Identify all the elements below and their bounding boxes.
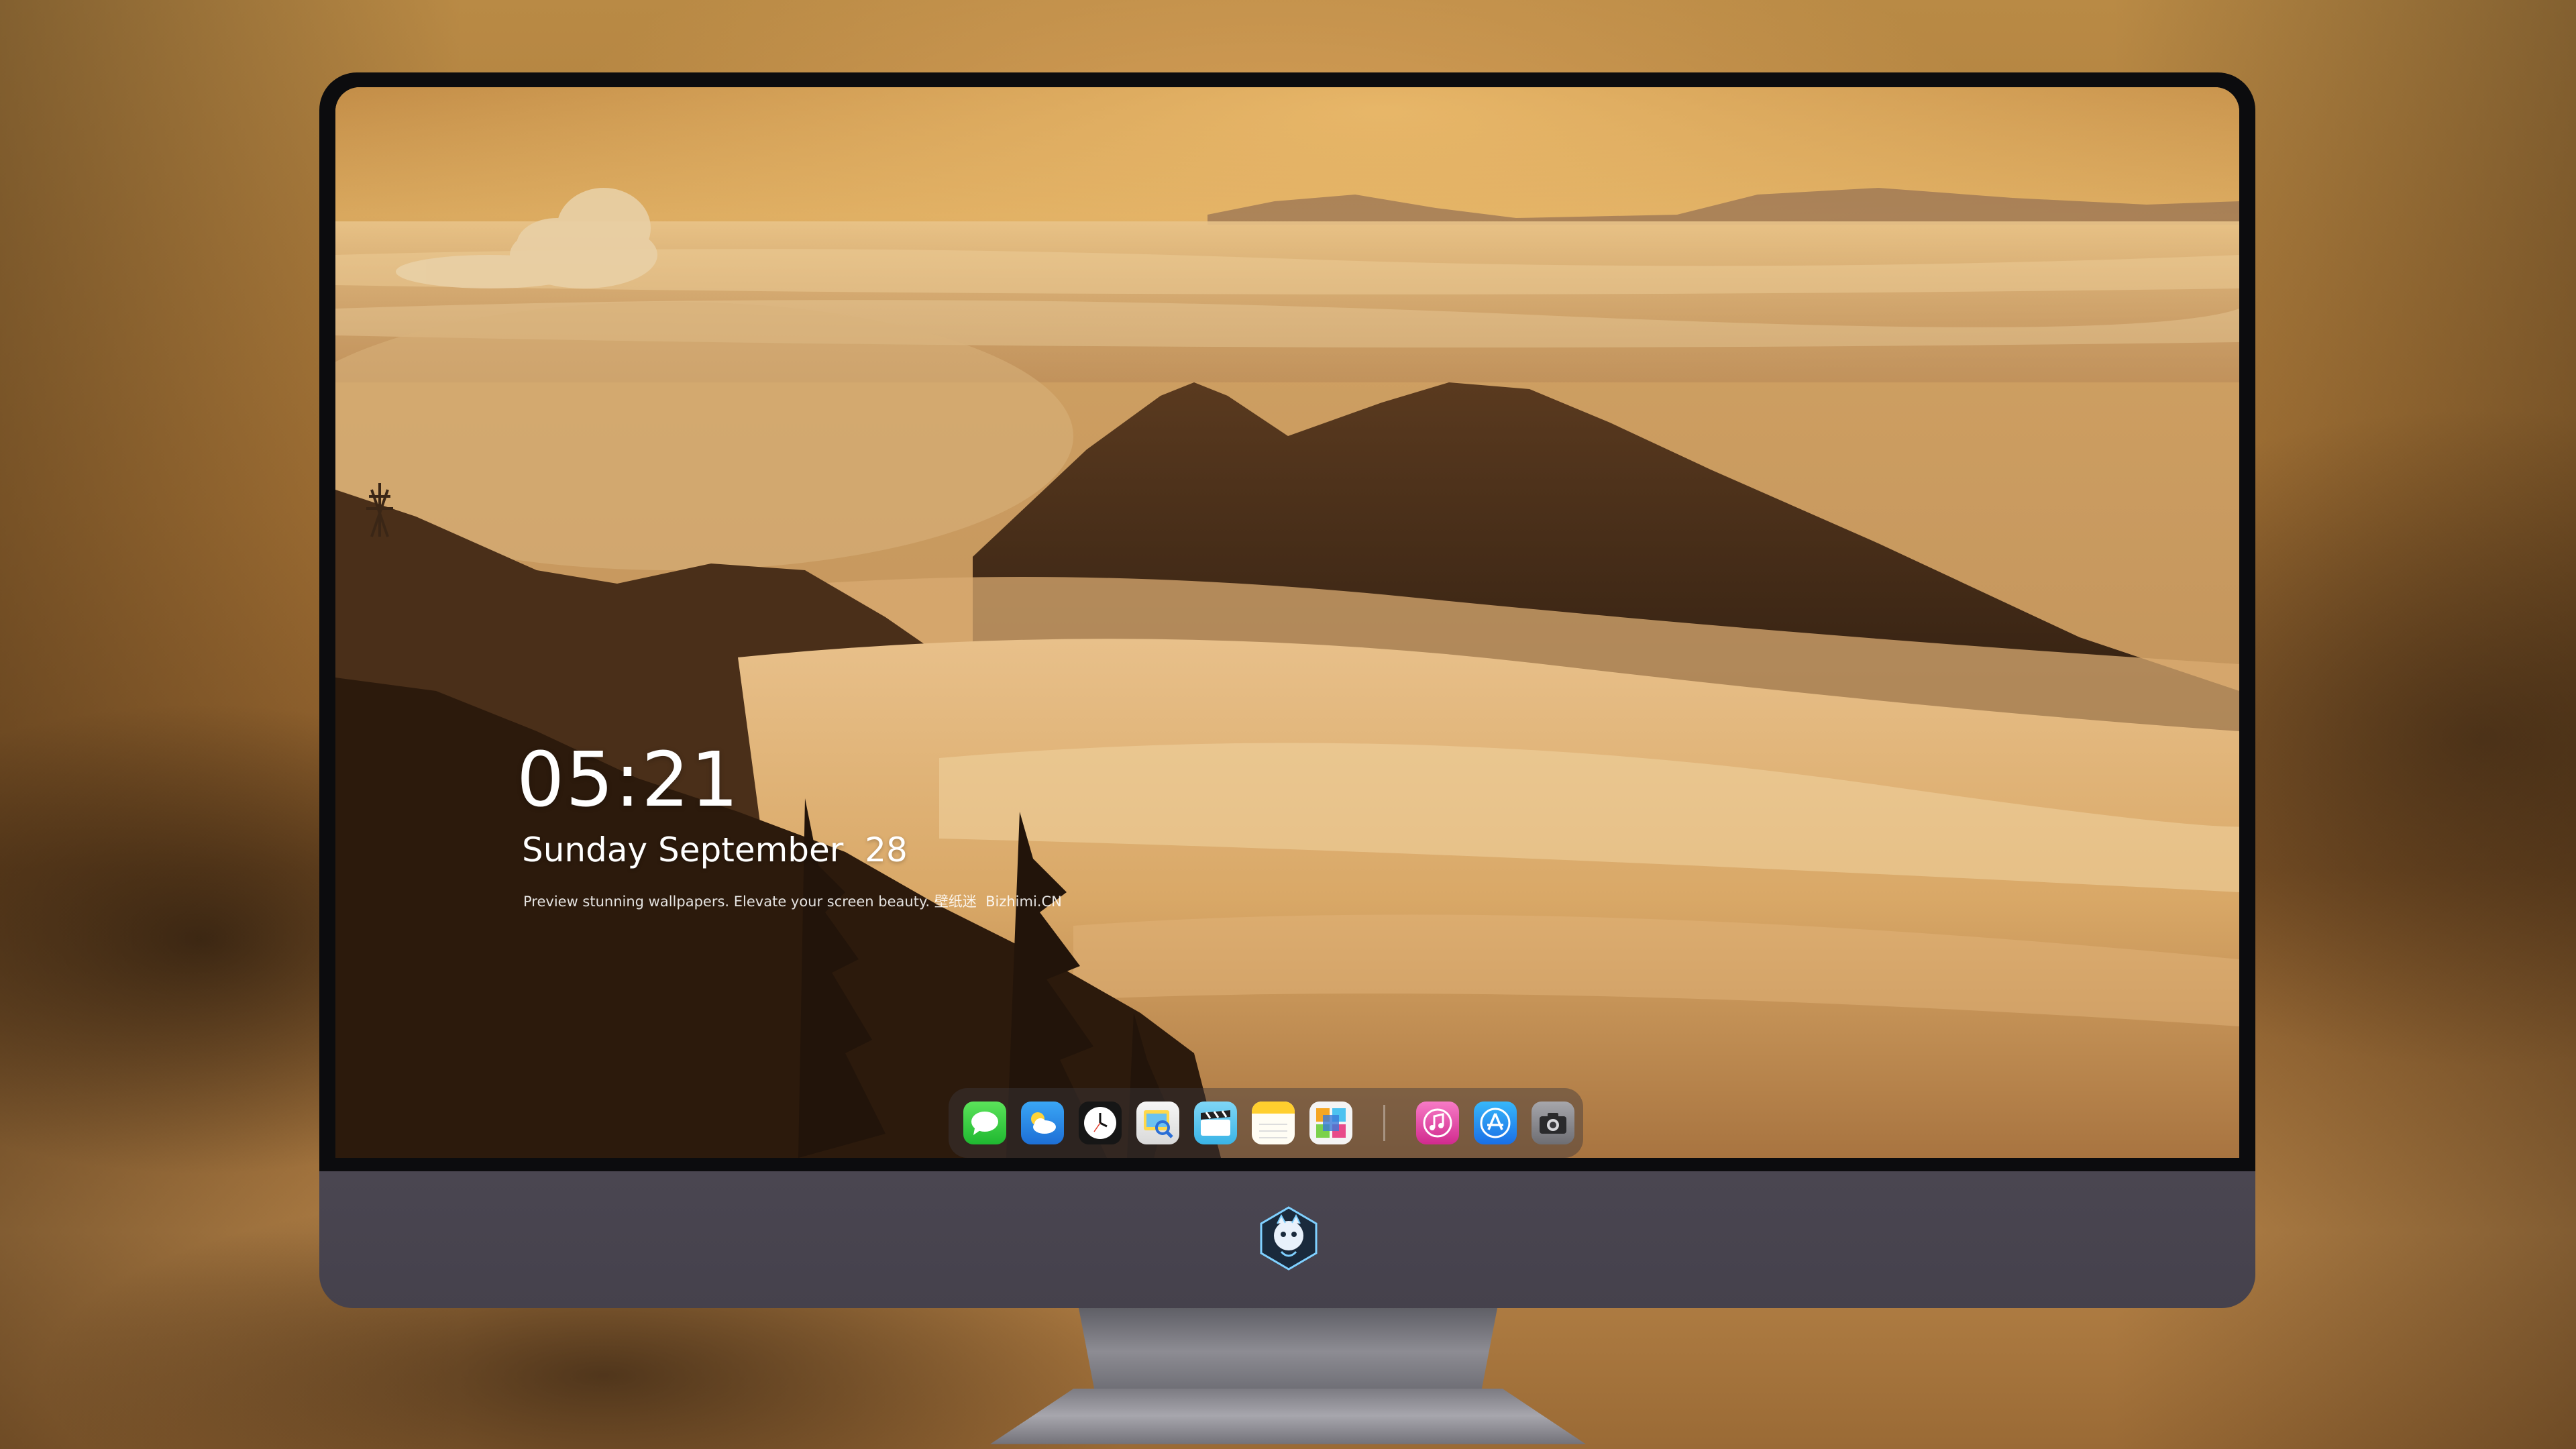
monitor-screen: 05:21 Sunday September 28 Preview stunni… xyxy=(335,87,2239,1158)
lock-screen-date: Sunday September 28 xyxy=(522,830,908,869)
monitor-stand-base xyxy=(990,1389,1586,1444)
dock-separator xyxy=(1383,1105,1385,1141)
clock-icon[interactable] xyxy=(1079,1102,1122,1144)
monitor-chin xyxy=(319,1171,2255,1308)
notes-icon[interactable] xyxy=(1252,1102,1295,1144)
wallpaper-caption: Preview stunning wallpapers. Elevate you… xyxy=(523,894,1062,910)
brand-logo-icon xyxy=(1257,1205,1320,1272)
weather-icon[interactable] xyxy=(1021,1102,1064,1144)
messages-icon[interactable] xyxy=(963,1102,1006,1144)
dock xyxy=(949,1088,1583,1158)
lock-screen-time: 05:21 xyxy=(517,737,740,824)
monitor-stand-neck xyxy=(1079,1308,1497,1395)
preview-icon[interactable] xyxy=(1136,1102,1179,1144)
monitor: 05:21 Sunday September 28 Preview stunni… xyxy=(319,72,2255,1308)
photo-grid-icon[interactable] xyxy=(1309,1102,1352,1144)
app-store-icon[interactable] xyxy=(1474,1102,1517,1144)
clips-icon[interactable] xyxy=(1194,1102,1237,1144)
monitor-bezel: 05:21 Sunday September 28 Preview stunni… xyxy=(319,72,2255,1171)
music-icon[interactable] xyxy=(1416,1102,1459,1144)
wallpaper xyxy=(335,87,2239,1158)
camera-icon[interactable] xyxy=(1532,1102,1574,1144)
